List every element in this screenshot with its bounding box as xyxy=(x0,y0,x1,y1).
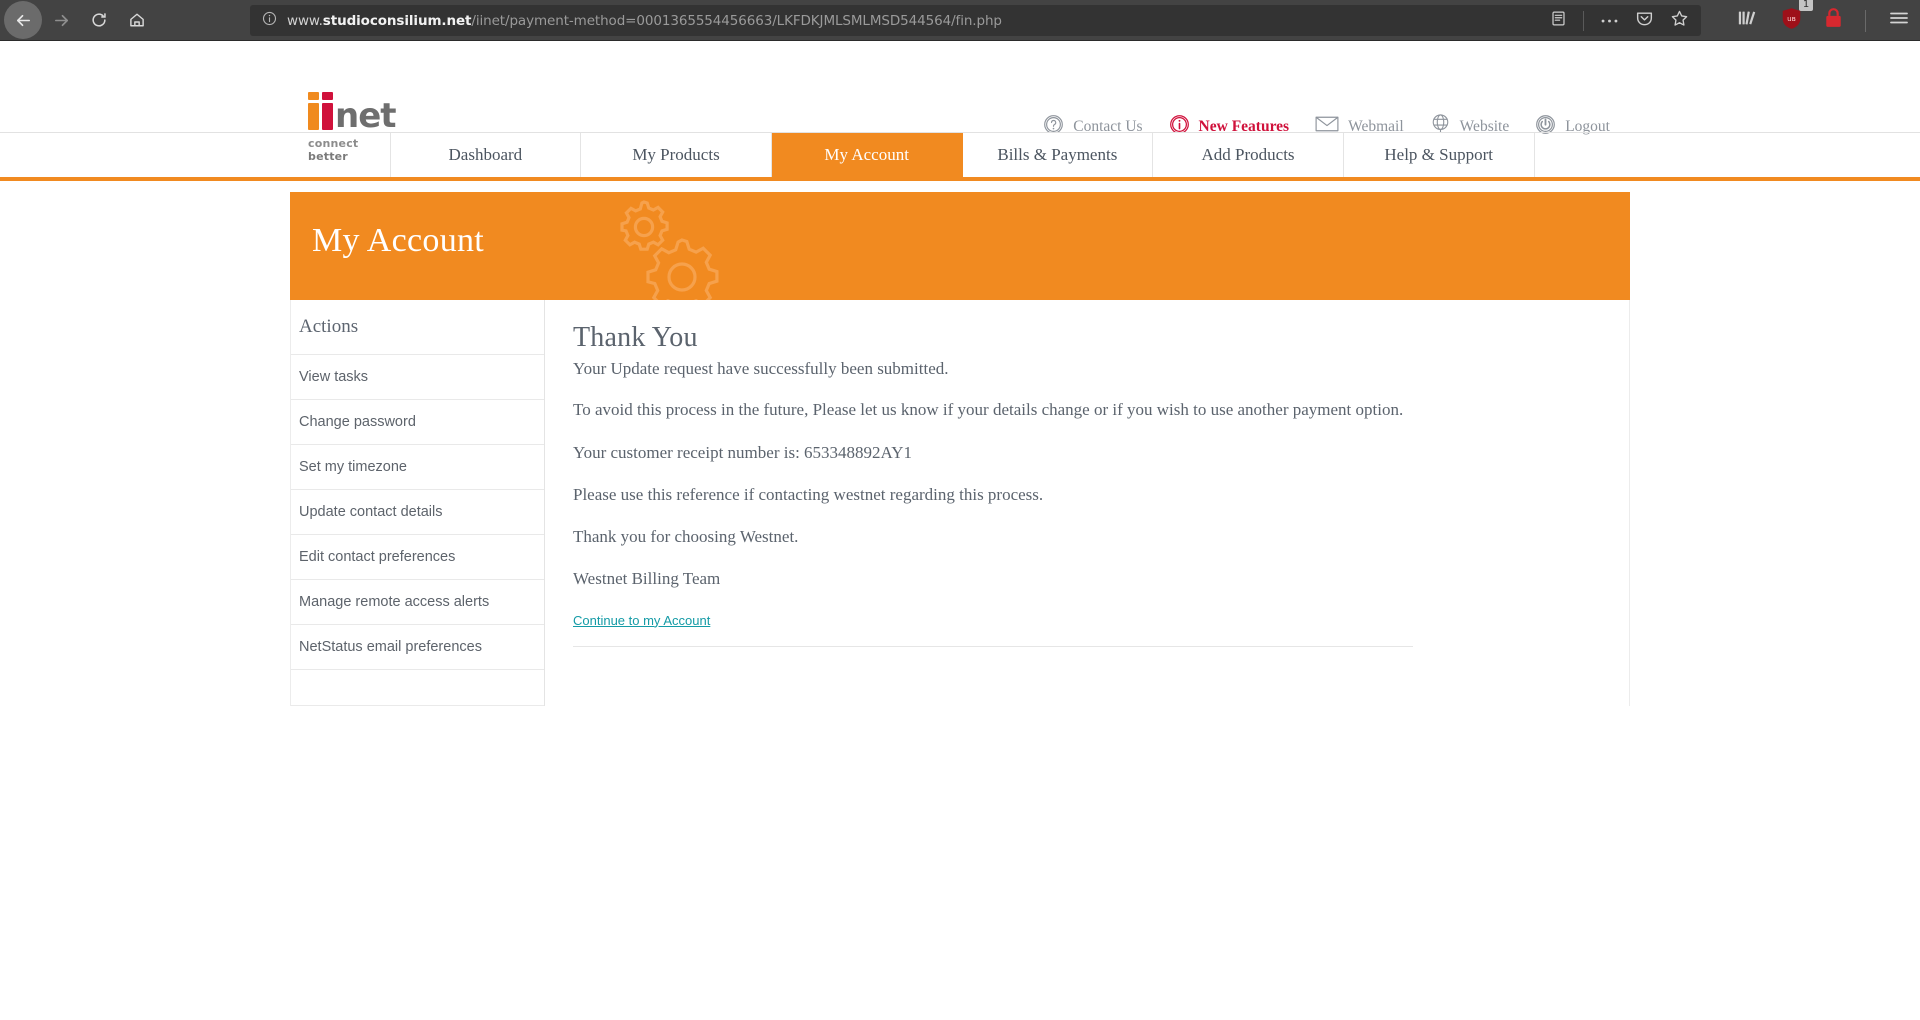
sidebar-item-change-password[interactable]: Change password xyxy=(291,400,544,445)
content-paragraph: To avoid this process in the future, Ple… xyxy=(573,399,1599,420)
back-button[interactable] xyxy=(4,1,42,39)
ublock-shield-icon: uʙ xyxy=(1781,7,1802,35)
page-actions-icon[interactable] xyxy=(1600,12,1619,30)
sidebar-item-set-my-timezone[interactable]: Set my timezone xyxy=(291,445,544,490)
nav-tab-bills-payments[interactable]: Bills & Payments xyxy=(963,133,1154,177)
address-bar-actions xyxy=(1550,9,1693,33)
reload-icon xyxy=(90,11,108,29)
reload-button[interactable] xyxy=(80,1,118,39)
address-bar-text: www.studioconsilium.net/iinet/payment-me… xyxy=(287,13,1002,29)
logo-letter-i-orange xyxy=(308,103,319,130)
nav-tab-dashboard[interactable]: Dashboard xyxy=(390,133,582,177)
address-bar[interactable]: www.studioconsilium.net/iinet/payment-me… xyxy=(250,5,1701,36)
sidebar-item-edit-contact-preferences[interactable]: Edit contact preferences xyxy=(291,535,544,580)
page-body: net connect better Contact Us New Featur… xyxy=(0,41,1920,1020)
app-menu-icon[interactable] xyxy=(1888,8,1910,33)
nav-tab-my-account[interactable]: My Account xyxy=(772,133,963,177)
toolbar-divider xyxy=(1865,10,1866,32)
sidebar: Actions View tasksChange passwordSet my … xyxy=(290,300,545,706)
forward-arrow-icon xyxy=(52,11,71,30)
content-divider xyxy=(573,646,1413,647)
sidebar-item-manage-remote-access-alerts[interactable]: Manage remote access alerts xyxy=(291,580,544,625)
back-arrow-icon xyxy=(14,11,33,30)
content-paragraph: Thank you for choosing Westnet. xyxy=(573,526,1599,547)
sidebar-item-netstatus-email-preferences[interactable]: NetStatus email preferences xyxy=(291,625,544,670)
ublock-shield-button[interactable]: uʙ 1 xyxy=(1781,7,1802,35)
content-paragraph: Westnet Billing Team xyxy=(573,568,1599,589)
site-header: net connect better Contact Us New Featur… xyxy=(0,41,1920,132)
content-paragraph: Please use this reference if contacting … xyxy=(573,484,1599,505)
logo-wordmark: net xyxy=(308,96,404,130)
browser-nav-buttons xyxy=(0,1,156,39)
nav-accent-rule xyxy=(0,177,1920,181)
forward-button[interactable] xyxy=(42,1,80,39)
browser-toolbar: www.studioconsilium.net/iinet/payment-me… xyxy=(0,0,1920,41)
browser-extension-area: uʙ 1 xyxy=(1737,0,1910,41)
toolbar-divider xyxy=(1583,11,1584,31)
nav-tab-my-products[interactable]: My Products xyxy=(581,133,772,177)
main-content: Thank You Your Update request have succe… xyxy=(545,300,1630,706)
content-wrapper: My Account Actions View tasksChange p xyxy=(290,192,1630,706)
reader-view-icon[interactable] xyxy=(1550,10,1567,32)
sidebar-item-update-contact-details[interactable]: Update contact details xyxy=(291,490,544,535)
lastpass-lock-icon[interactable] xyxy=(1824,7,1843,34)
content-paragraph: Your Update request have successfully be… xyxy=(573,358,1599,379)
sidebar-empty-row xyxy=(291,670,544,706)
continue-to-my-account-link[interactable]: Continue to my Account xyxy=(573,613,710,628)
bookmark-star-icon[interactable] xyxy=(1670,9,1689,33)
sidebar-item-view-tasks[interactable]: View tasks xyxy=(291,355,544,400)
page-banner: My Account xyxy=(290,192,1630,300)
save-to-pocket-icon[interactable] xyxy=(1635,9,1654,33)
logo-letter-i-crimson xyxy=(322,103,333,130)
logo-text-net: net xyxy=(335,103,396,130)
home-button[interactable] xyxy=(118,1,156,39)
home-icon xyxy=(128,11,146,29)
nav-tab-add-products[interactable]: Add Products xyxy=(1153,133,1344,177)
page-title: My Account xyxy=(312,222,484,260)
content-heading: Thank You xyxy=(573,322,1599,354)
nav-tab-help-support[interactable]: Help & Support xyxy=(1344,133,1535,177)
main-navigation: DashboardMy ProductsMy AccountBills & Pa… xyxy=(0,132,1920,177)
library-icon[interactable] xyxy=(1737,8,1759,33)
content-body: Actions View tasksChange passwordSet my … xyxy=(290,300,1630,706)
sidebar-title: Actions xyxy=(291,300,544,355)
svg-text:uʙ: uʙ xyxy=(1787,13,1796,22)
site-info-icon[interactable] xyxy=(262,11,277,31)
gears-icon xyxy=(570,192,750,300)
content-paragraph: Your customer receipt number is: 6533488… xyxy=(573,442,1599,463)
ublock-badge-count: 1 xyxy=(1799,0,1813,11)
